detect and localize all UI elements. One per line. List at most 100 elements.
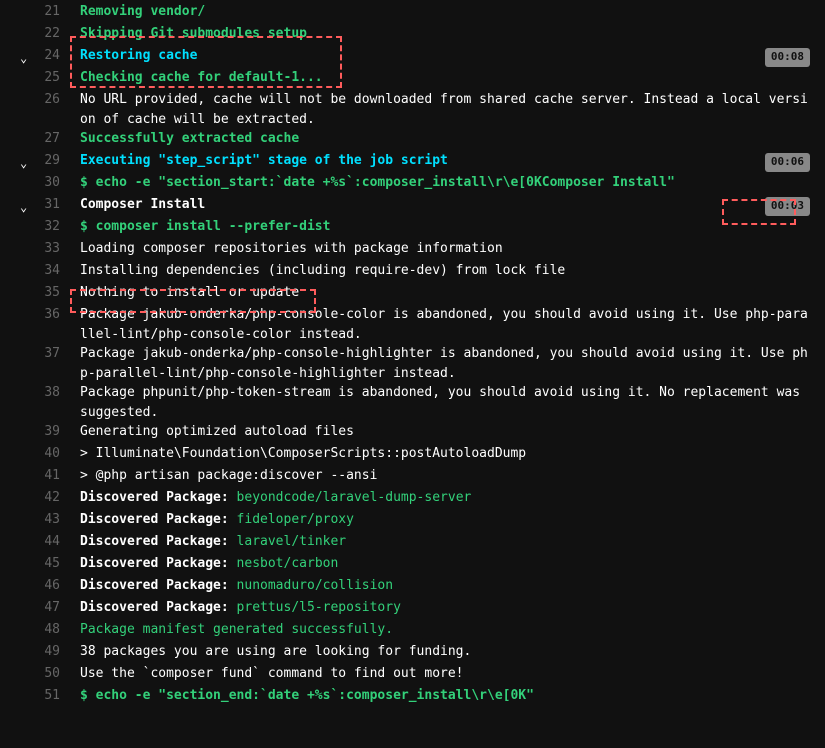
line-content: Use the `composer fund` command to find … (70, 664, 825, 684)
log-text: Discovered Package: (80, 534, 237, 549)
log-text: Composer Install (80, 197, 205, 212)
line-number[interactable]: 38 (0, 383, 70, 403)
log-line: 45Discovered Package: nesbot/carbon (0, 554, 825, 576)
log-text: Skipping Git submodules setup (80, 26, 307, 41)
line-content: Successfully extracted cache (70, 129, 825, 149)
line-content: Loading composer repositories with packa… (70, 239, 825, 259)
line-content: Discovered Package: nunomaduro/collision (70, 576, 825, 596)
line-number[interactable]: 37 (0, 344, 70, 364)
line-content: > @php artisan package:discover --ansi (70, 466, 825, 486)
log-text: beyondcode/laravel-dump-server (237, 490, 472, 505)
log-text: Nothing to install or update (80, 285, 299, 300)
log-text: Package phpunit/php-token-stream is aban… (80, 385, 800, 420)
line-number[interactable]: 29 (0, 151, 70, 171)
log-line: 40 > Illuminate\Foundation\ComposerScript… (0, 444, 825, 466)
line-number[interactable]: 30 (0, 173, 70, 193)
log-line: 47Discovered Package: prettus/l5-reposit… (0, 598, 825, 620)
line-number[interactable]: 31 (0, 195, 70, 215)
line-number[interactable]: 44 (0, 532, 70, 552)
line-number[interactable]: 25 (0, 68, 70, 88)
log-text: prettus/l5-repository (237, 600, 401, 615)
log-text: Generating optimized autoload files (80, 424, 354, 439)
log-text: Discovered Package: (80, 600, 237, 615)
line-number[interactable]: 48 (0, 620, 70, 640)
line-content: > Illuminate\Foundation\ComposerScripts:… (70, 444, 825, 464)
line-number[interactable]: 34 (0, 261, 70, 281)
log-text: Package manifest generated successfully. (80, 622, 393, 637)
log-text: Discovered Package: (80, 512, 237, 527)
line-number[interactable]: 32 (0, 217, 70, 237)
log-text: laravel/tinker (237, 534, 347, 549)
line-number[interactable]: 35 (0, 283, 70, 303)
line-number[interactable]: 50 (0, 664, 70, 684)
line-content: Composer Install (70, 195, 825, 215)
duration-badge: 00:03 (765, 197, 810, 216)
duration-badge: 00:06 (765, 153, 810, 172)
line-number[interactable]: 51 (0, 686, 70, 706)
log-line: 36 Package jakub-onderka/php-console-colo… (0, 305, 825, 344)
log-line: 21Removing vendor/ (0, 2, 825, 24)
log-line: 43Discovered Package: fideloper/proxy (0, 510, 825, 532)
line-content: Executing "step_script" stage of the job… (70, 151, 825, 171)
line-number[interactable]: 43 (0, 510, 70, 530)
log-text: Package jakub-onderka/php-console-color … (80, 307, 808, 342)
log-text: $ echo -e "section_start:`date +%s`:comp… (80, 175, 675, 190)
log-line: 35 Nothing to install or update (0, 283, 825, 305)
log-line: 46Discovered Package: nunomaduro/collisi… (0, 576, 825, 598)
log-text: Executing "step_script" stage of the job… (80, 153, 448, 168)
line-number[interactable]: 27 (0, 129, 70, 149)
log-line: 4938 packages you are using are looking … (0, 642, 825, 664)
line-number[interactable]: 22 (0, 24, 70, 44)
log-text: $ echo -e "section_end:`date +%s`:compos… (80, 688, 534, 703)
log-text: No URL provided, cache will not be downl… (80, 92, 808, 127)
line-number[interactable]: 49 (0, 642, 70, 662)
line-number[interactable]: 41 (0, 466, 70, 486)
line-content: Skipping Git submodules setup (70, 24, 825, 44)
log-text: Discovered Package: (80, 578, 237, 593)
line-content: Restoring cache (70, 46, 825, 66)
log-text: > Illuminate\Foundation\ComposerScripts:… (80, 446, 526, 461)
line-content: Discovered Package: fideloper/proxy (70, 510, 825, 530)
line-number[interactable]: 33 (0, 239, 70, 259)
line-content: Discovered Package: prettus/l5-repositor… (70, 598, 825, 618)
line-number[interactable]: 47 (0, 598, 70, 618)
line-content: $ echo -e "section_start:`date +%s`:comp… (70, 173, 825, 193)
log-line: 26 No URL provided, cache will not be dow… (0, 90, 825, 129)
log-line: 22 Skipping Git submodules setup (0, 24, 825, 46)
log-text: > @php artisan package:discover --ansi (80, 468, 377, 483)
line-number[interactable]: 21 (0, 2, 70, 22)
line-content: Removing vendor/ (70, 2, 825, 22)
log-line: ⌄29 Executing "step_script" stage of the … (0, 151, 825, 173)
line-content: No URL provided, cache will not be downl… (70, 90, 825, 129)
chevron-down-icon[interactable]: ⌄ (20, 198, 27, 216)
log-line: 25Checking cache for default-1... (0, 68, 825, 90)
line-content: Nothing to install or update (70, 283, 825, 303)
line-number[interactable]: 26 (0, 90, 70, 110)
line-number[interactable]: 46 (0, 576, 70, 596)
line-content: $ composer install --prefer-dist (70, 217, 825, 237)
line-number[interactable]: 39 (0, 422, 70, 442)
line-number[interactable]: 40 (0, 444, 70, 464)
line-content: Package jakub-onderka/php-console-highli… (70, 344, 825, 383)
line-number[interactable]: 42 (0, 488, 70, 508)
log-line: 32$ composer install --prefer-dist (0, 217, 825, 239)
log-line: 39 Generating optimized autoload files (0, 422, 825, 444)
log-line: ⌄31 Composer Install 00:03 (0, 195, 825, 217)
log-text: Discovered Package: (80, 556, 237, 571)
log-line: ⌄24Restoring cache00:08 (0, 46, 825, 68)
log-text: Loading composer repositories with packa… (80, 241, 503, 256)
chevron-down-icon[interactable]: ⌄ (20, 49, 27, 67)
line-number[interactable]: 24 (0, 46, 70, 66)
log-text: Installing dependencies (including requi… (80, 263, 565, 278)
line-number[interactable]: 45 (0, 554, 70, 574)
log-line: 42Discovered Package: beyondcode/laravel… (0, 488, 825, 510)
line-number[interactable]: 36 (0, 305, 70, 325)
log-text: Use the `composer fund` command to find … (80, 666, 464, 681)
line-content: Installing dependencies (including requi… (70, 261, 825, 281)
log-line: 51 $ echo -e "section_end:`date +%s`:comp… (0, 686, 825, 708)
chevron-down-icon[interactable]: ⌄ (20, 154, 27, 172)
log-text: Restoring cache (80, 48, 197, 63)
log-output: 21Removing vendor/22 Skipping Git submodu… (0, 2, 825, 708)
line-content: Generating optimized autoload files (70, 422, 825, 442)
log-line: 30 $ echo -e "section_start:`date +%s`:co… (0, 173, 825, 195)
